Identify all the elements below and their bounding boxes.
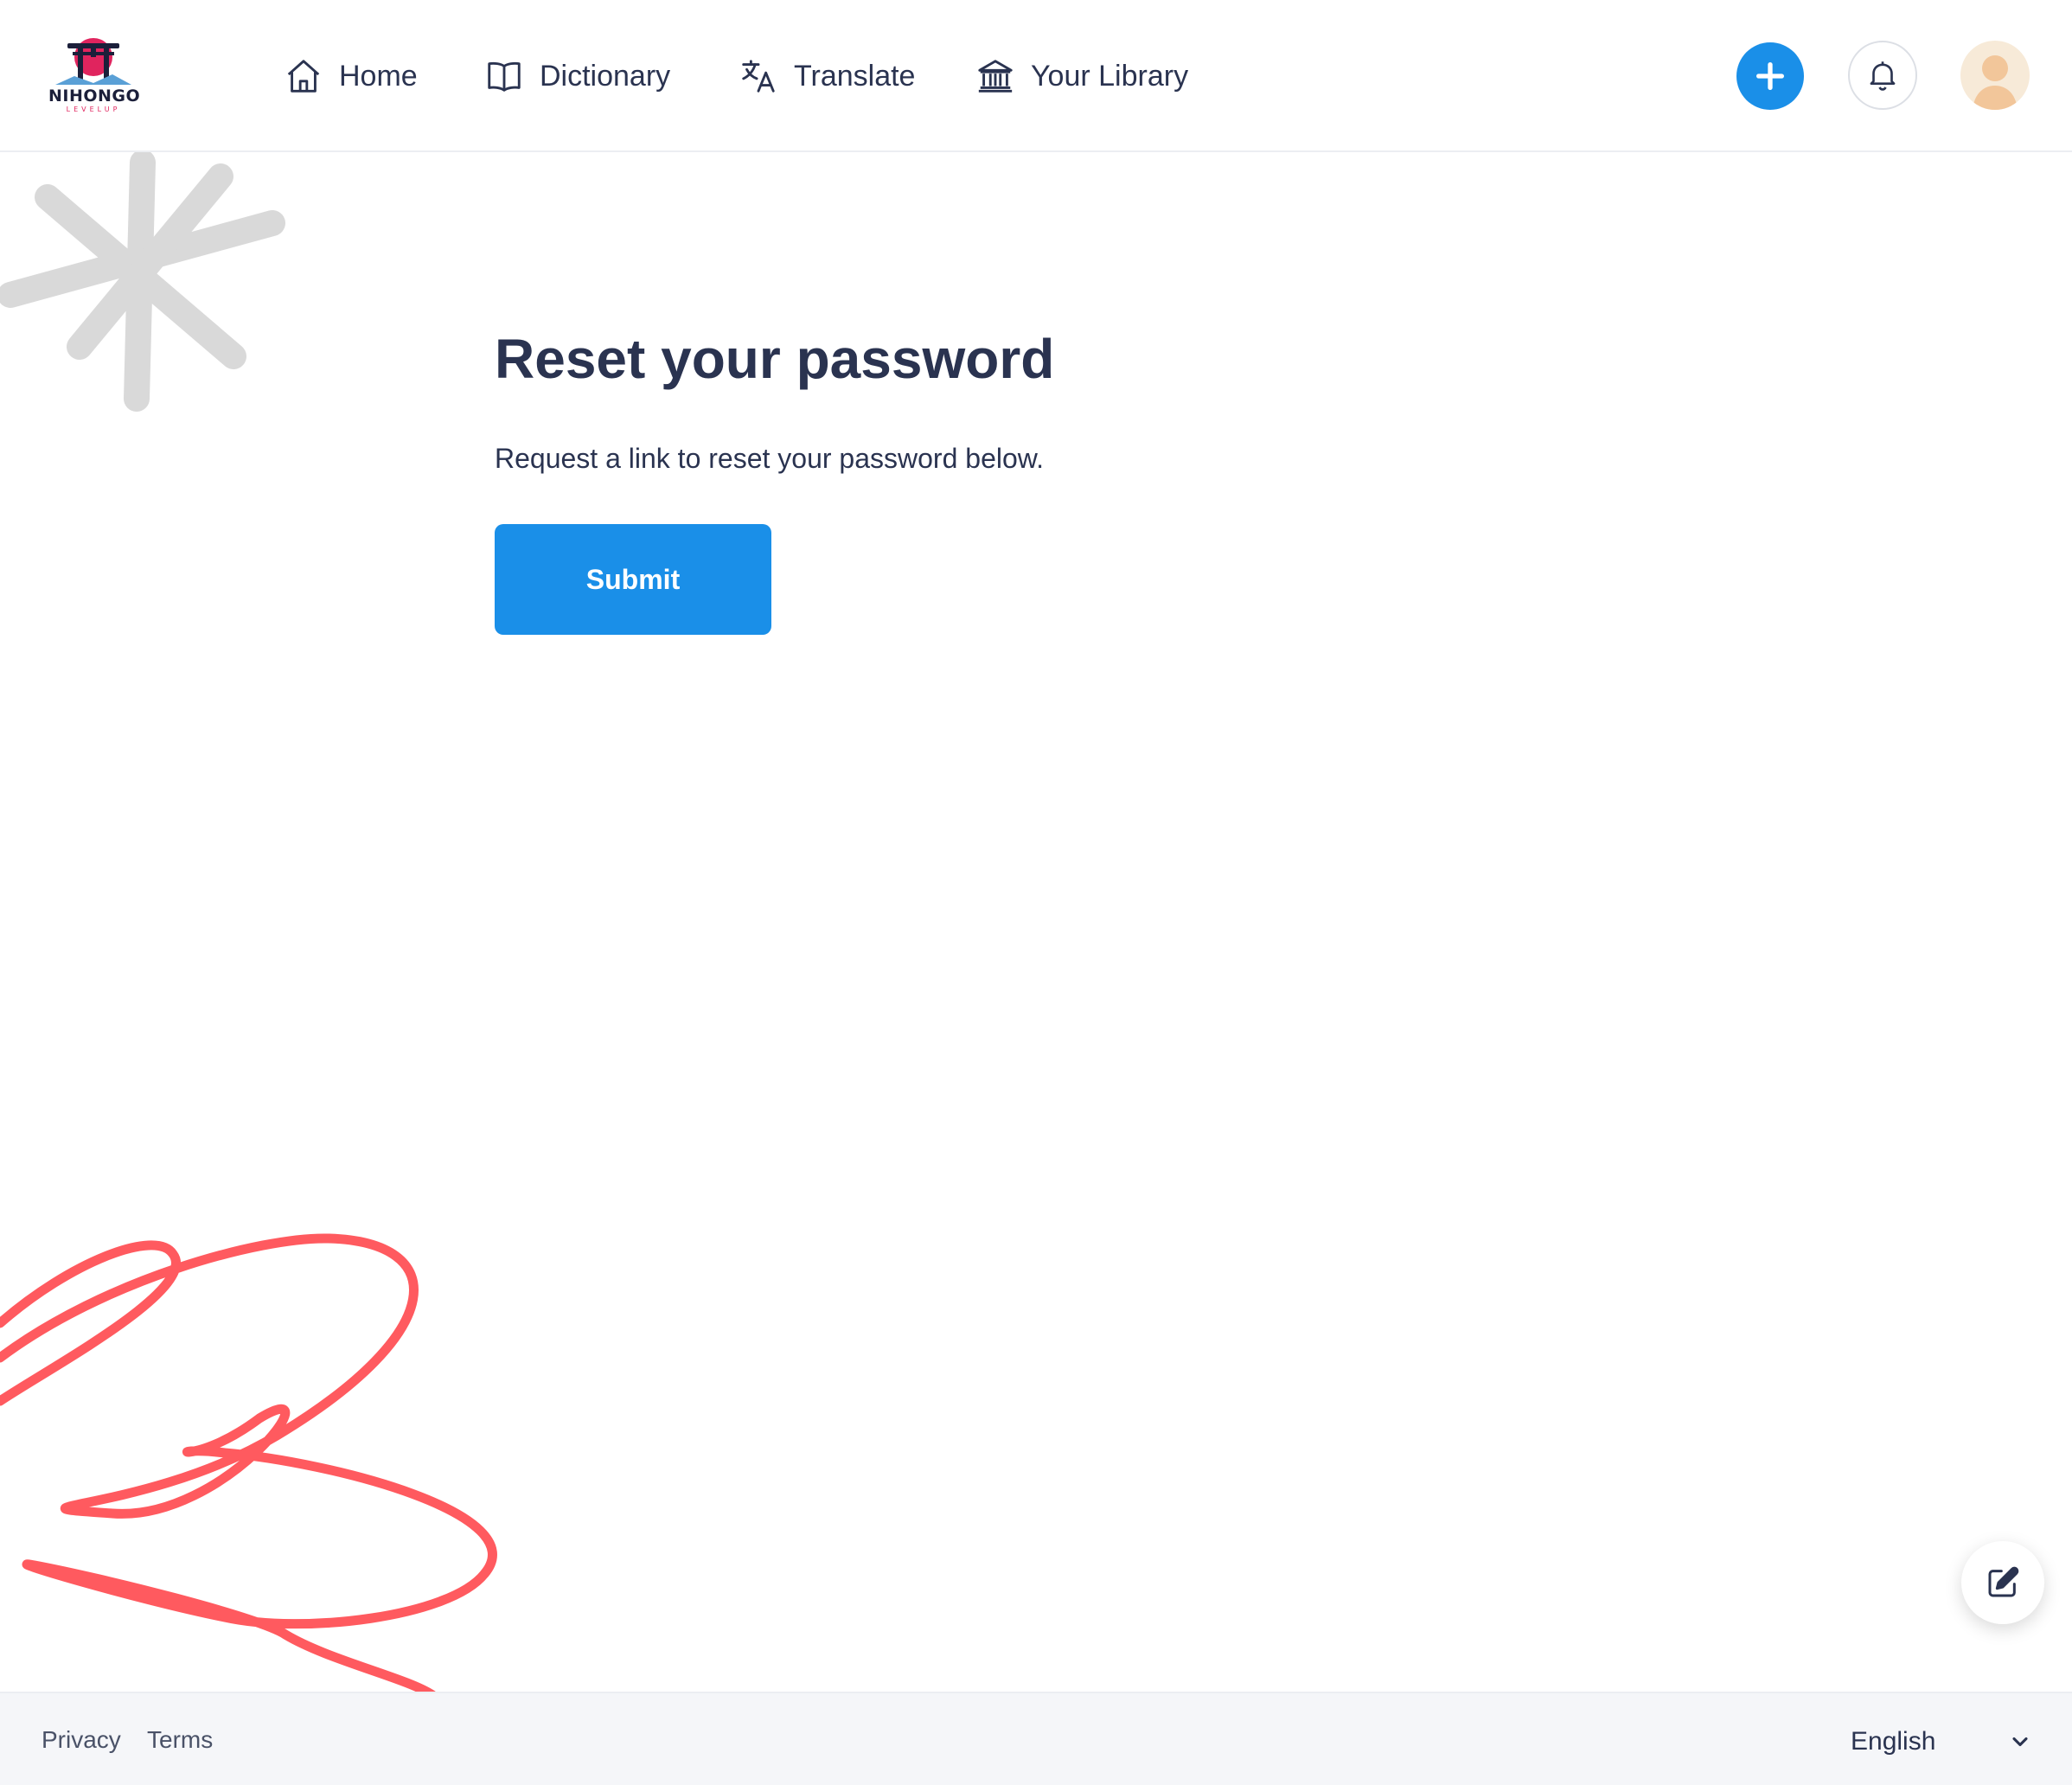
edit-fab-button[interactable] [1961,1541,2044,1624]
language-select[interactable]: English [1851,1718,2032,1766]
nav-translate[interactable]: Translate [739,50,915,102]
nihongo-levelup-logo[interactable]: NIHONGO LEVELUP [48,35,141,118]
gray-asterisk-decoration [0,152,285,412]
notifications-button[interactable] [1848,41,1917,110]
torii-gate-icon [55,38,131,85]
red-scribble-decoration [0,1233,497,1695]
nav-home[interactable]: Home [284,50,418,102]
top-navbar: NIHONGO LEVELUP Home Dictionary Translat… [0,0,2072,152]
logo-subtext: LEVELUP [66,106,121,113]
home-icon [287,60,320,93]
logo-text: NIHONGO [48,86,141,106]
nav-dictionary-label: Dictionary [540,59,671,93]
user-avatar[interactable] [1960,41,2030,110]
nav-dictionary[interactable]: Dictionary [484,50,670,102]
nav-your-library[interactable]: Your Library [975,50,1188,102]
nav-translate-label: Translate [794,59,916,93]
language-select-value: English [1851,1727,1936,1756]
plus-icon [1756,62,1784,91]
book-icon [488,61,521,92]
terms-link[interactable]: Terms [147,1726,213,1754]
page-subtitle: Request a link to reset your password be… [495,443,1044,474]
avatar-image [1973,55,2018,110]
translate-icon [742,60,775,93]
nav-home-label: Home [339,59,418,93]
privacy-link[interactable]: Privacy [42,1726,121,1754]
library-icon [978,60,1013,93]
footer: Privacy Terms English [0,1692,2072,1785]
page-title: Reset your password [495,328,1055,390]
nav-your-library-label: Your Library [1031,59,1189,93]
edit-icon [1988,1566,2019,1597]
add-button[interactable] [1736,42,1804,110]
chevron-down-icon [2012,1737,2028,1747]
submit-button[interactable]: Submit [495,524,771,635]
bell-icon [1870,61,1896,91]
